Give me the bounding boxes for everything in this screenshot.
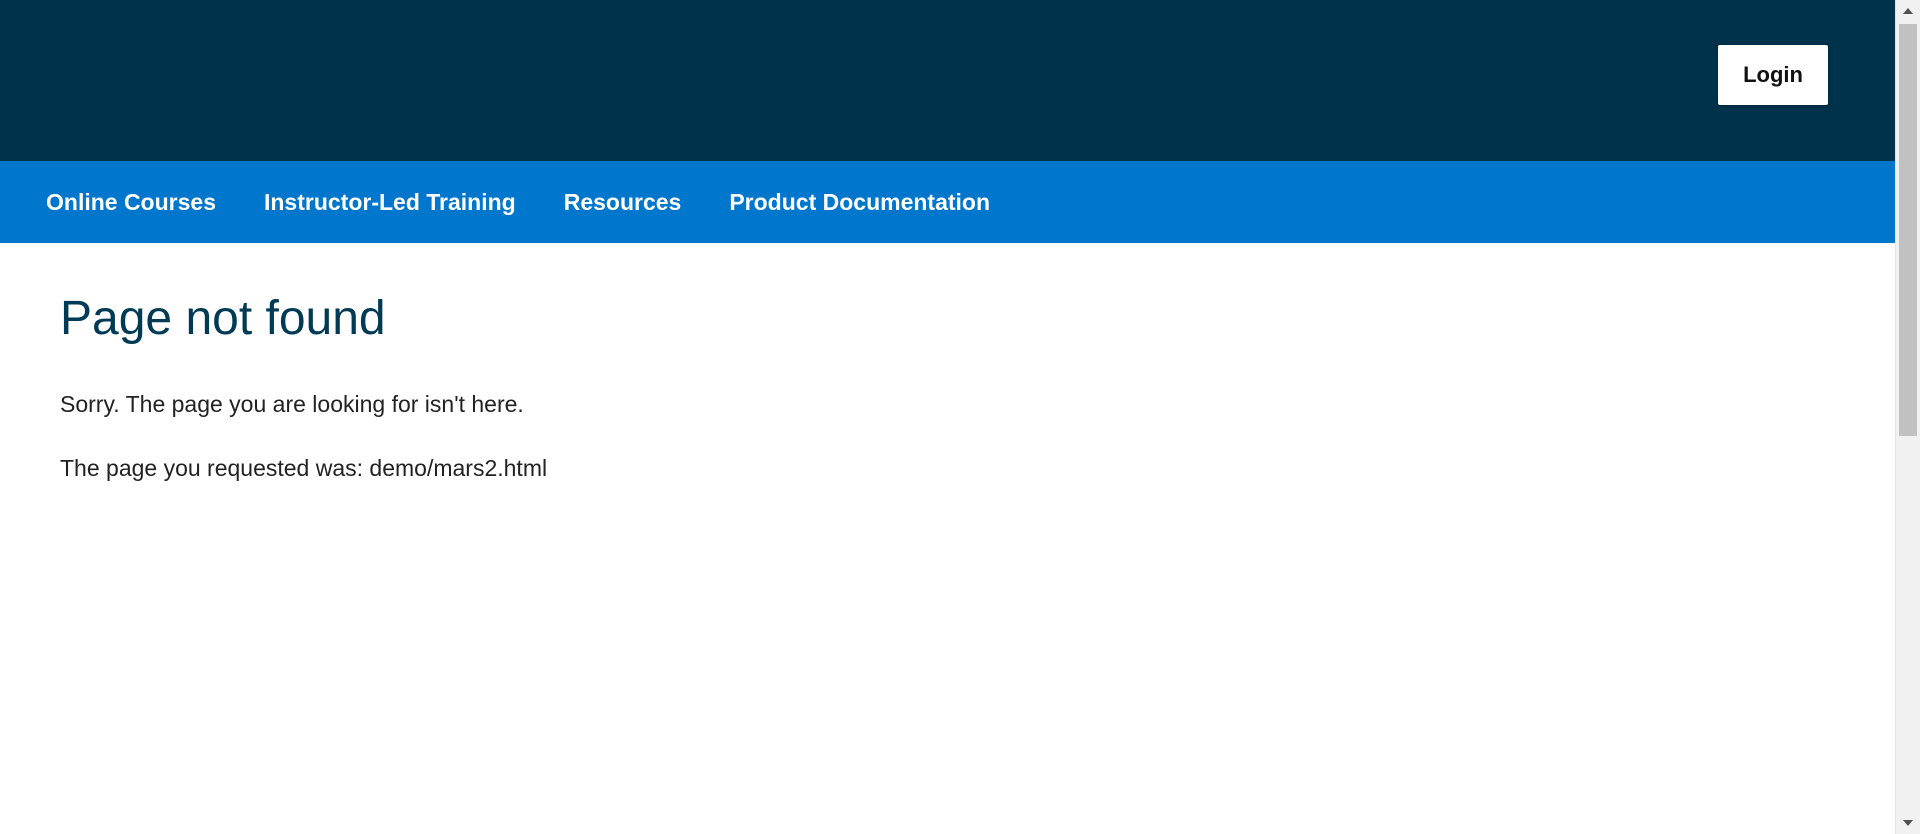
browser-viewport: Login Online Courses Instructor-Led Trai… bbox=[0, 0, 1920, 834]
nav-item-resources[interactable]: Resources bbox=[564, 189, 682, 216]
page-title: Page not found bbox=[60, 292, 386, 345]
scrollbar-thumb[interactable] bbox=[1899, 24, 1917, 436]
requested-page-text: The page you requested was: demo/mars2.h… bbox=[60, 454, 548, 481]
main-content: Page not found Sorry. The page you are l… bbox=[0, 243, 1895, 482]
scroll-up-button[interactable] bbox=[1896, 0, 1920, 22]
login-button[interactable]: Login bbox=[1718, 45, 1828, 105]
vertical-scrollbar[interactable] bbox=[1895, 0, 1920, 834]
triangle-up-icon bbox=[1903, 8, 1913, 14]
triangle-down-icon bbox=[1903, 820, 1913, 826]
site-header: Login bbox=[0, 0, 1895, 161]
nav-item-product-documentation[interactable]: Product Documentation bbox=[729, 189, 990, 216]
scroll-down-button[interactable] bbox=[1896, 812, 1920, 834]
main-nav: Online Courses Instructor-Led Training R… bbox=[0, 161, 1895, 243]
page-content: Login Online Courses Instructor-Led Trai… bbox=[0, 0, 1895, 834]
error-message: Sorry. The page you are looking for isn'… bbox=[60, 391, 524, 417]
nav-item-instructor-led-training[interactable]: Instructor-Led Training bbox=[264, 189, 516, 216]
nav-item-online-courses[interactable]: Online Courses bbox=[46, 189, 216, 216]
